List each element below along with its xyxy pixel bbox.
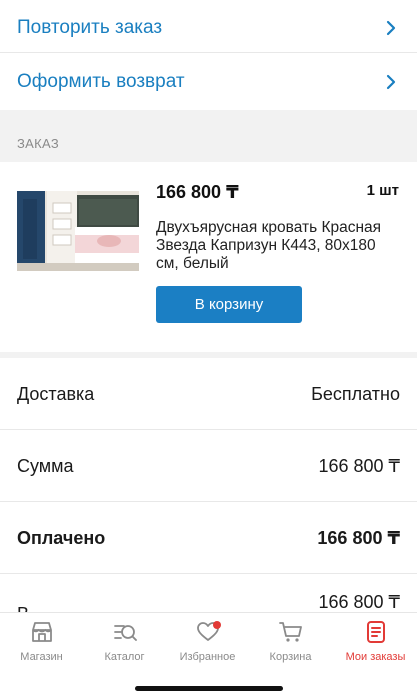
partial-value: 166 800 ₸ [318, 592, 400, 612]
catalog-search-icon [113, 625, 137, 641]
home-indicator[interactable] [135, 686, 283, 691]
repeat-order-label: Повторить заказ [17, 17, 163, 38]
order-section-header: ЗАКАЗ [0, 110, 417, 162]
divider [0, 52, 417, 53]
tab-favorites-label: Избранное [179, 651, 236, 663]
tab-cart-label: Корзина [269, 651, 312, 663]
divider [0, 573, 417, 574]
store-icon [31, 622, 52, 642]
add-to-cart-button[interactable]: В корзину [156, 286, 302, 323]
delivery-value: Бесплатно [311, 383, 400, 404]
item-price: 166 800 ₸ [156, 182, 239, 202]
orders-icon [366, 621, 385, 643]
create-return-label: Оформить возврат [17, 71, 185, 92]
repeat-order-row[interactable]: Повторить заказ [0, 0, 417, 56]
chevron-right-icon [386, 74, 396, 90]
tab-favorites[interactable]: Избранное [166, 619, 249, 663]
partial-row: В 166 800 ₸ [0, 576, 417, 616]
paid-label: Оплачено [17, 527, 106, 548]
bunk-bed-photo [17, 191, 139, 271]
item-quantity: 1 шт [366, 182, 399, 199]
tab-store-label: Магазин [20, 651, 63, 663]
delivery-row: Доставка Бесплатно [0, 358, 417, 430]
tab-catalog-label: Каталог [104, 651, 145, 663]
sum-label: Сумма [17, 455, 74, 476]
sum-row: Сумма 166 800 ₸ [0, 430, 417, 502]
cart-icon [278, 622, 302, 642]
tab-store[interactable]: Магазин [0, 619, 83, 663]
product-image[interactable] [17, 191, 139, 271]
tab-cart[interactable]: Корзина [249, 619, 332, 663]
create-return-row[interactable]: Оформить возврат [0, 54, 417, 110]
chevron-right-icon [386, 20, 396, 36]
paid-row: Оплачено 166 800 ₸ [0, 502, 417, 574]
paid-value: 166 800 ₸ [317, 527, 400, 548]
tab-my-orders[interactable]: Мои заказы [334, 619, 417, 663]
product-name[interactable]: Двухъярусная кровать Красная Звезда Капр… [156, 219, 386, 273]
favorites-badge [213, 621, 221, 629]
sum-value: 166 800 ₸ [318, 455, 400, 476]
delivery-label: Доставка [17, 383, 95, 404]
tab-catalog[interactable]: Каталог [83, 619, 166, 663]
tab-my-orders-label: Мои заказы [345, 651, 406, 663]
order-section-title: ЗАКАЗ [17, 136, 59, 151]
